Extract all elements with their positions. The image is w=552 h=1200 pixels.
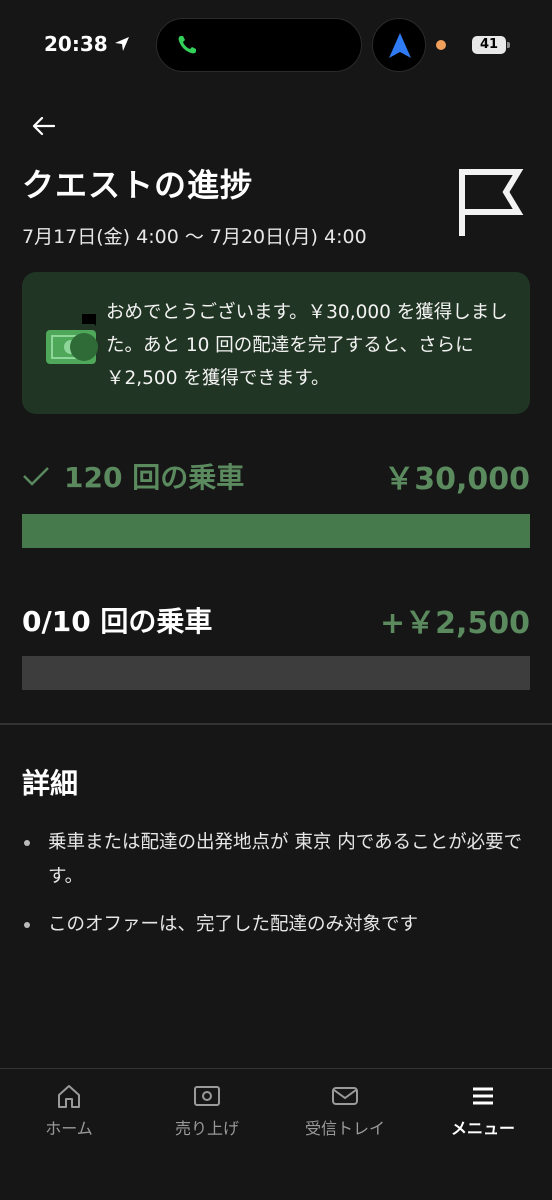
status-time: 20:38 [44, 32, 130, 56]
progress-amount: ￥30,000 [384, 462, 530, 497]
congrats-banner: おめでとうございます。￥30,000 を獲得しました。あと 10 回の配達を完了… [22, 272, 530, 414]
tab-label: ホーム [45, 1119, 93, 1138]
progress-label-group: 120 回の乗車 [22, 456, 244, 496]
money-icon [46, 314, 98, 364]
section-divider [0, 723, 552, 725]
progress-amount: +￥2,500 [379, 606, 530, 641]
tab-menu[interactable]: メニュー [414, 1083, 552, 1139]
location-arrow-icon [114, 37, 129, 51]
privacy-indicator-dot [436, 40, 446, 50]
tab-label: メニュー [450, 1119, 515, 1138]
checkmark-icon [23, 467, 49, 486]
details-list: 乗車または配達の出発地点が 東京 内であることが必要です。 このオファーは、完了… [22, 826, 532, 956]
navigation-island[interactable] [372, 18, 426, 72]
progress-bar-completed [22, 514, 530, 548]
menu-icon [473, 1087, 493, 1105]
details-heading: 詳細 [22, 767, 79, 800]
phone-call-icon [178, 36, 196, 54]
navigation-arrow-icon [389, 33, 411, 58]
tab-label: 売り上げ [174, 1119, 239, 1138]
progress-label: 120 回の乗車 [64, 461, 245, 494]
tab-home[interactable]: ホーム [0, 1083, 138, 1139]
progress-label: 0/10 回の乗車 [22, 605, 213, 638]
home-icon [58, 1085, 80, 1108]
list-item: このオファーは、完了した配達のみ対象です [22, 908, 532, 942]
earnings-icon [194, 1086, 220, 1106]
quest-dates: 7月17日(金) 4:00 〜 7月20日(月) 4:00 [22, 226, 367, 248]
progress-bar-fill [22, 514, 530, 548]
tab-inbox[interactable]: 受信トレイ [276, 1083, 414, 1139]
flag-icon [459, 169, 524, 236]
back-arrow-icon[interactable] [30, 112, 58, 140]
tab-earnings[interactable]: 売り上げ [138, 1083, 276, 1139]
progress-row-completed: 120 回の乗車 ￥30,000 [22, 454, 530, 498]
tab-label: 受信トレイ [304, 1119, 385, 1138]
battery-tip [507, 42, 510, 48]
bottom-tab-bar: ホーム 売り上げ 受信トレイ メニュー [0, 1068, 552, 1200]
dynamic-island[interactable] [156, 18, 362, 72]
list-item: 乗車または配達の出発地点が 東京 内であることが必要です。 [22, 826, 532, 894]
inbox-icon [332, 1087, 358, 1105]
progress-bar-next [22, 656, 530, 690]
clock: 20:38 [44, 32, 108, 56]
battery-indicator: 41 [472, 36, 506, 54]
screen: 20:38 41 クエストの進捗 7月17日(金) 4:00 〜 7月20日(月… [0, 0, 552, 1200]
progress-row-next: 0/10 回の乗車 +￥2,500 [22, 598, 530, 642]
banner-message: おめでとうございます。￥30,000 を獲得しました。あと 10 回の配達を完了… [106, 302, 508, 389]
page-title: クエストの進捗 [22, 166, 254, 204]
